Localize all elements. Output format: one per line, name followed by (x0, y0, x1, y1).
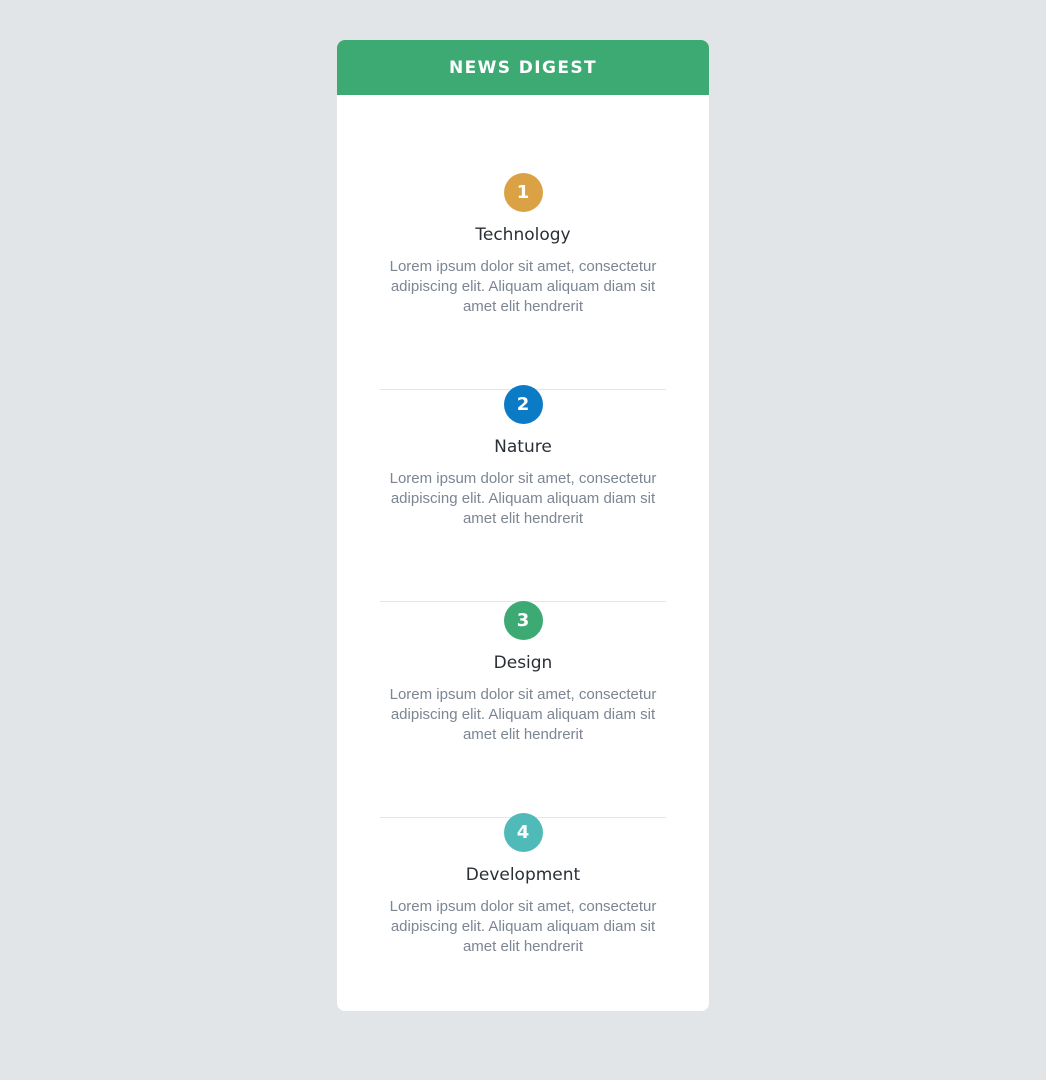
number-badge: 1 (503, 173, 543, 212)
card-title: NEWS DIGEST (449, 57, 597, 78)
number-badge: 2 (503, 385, 543, 424)
list-item-design[interactable]: 3 Design Lorem ipsum dolor sit amet, con… (380, 601, 666, 818)
badge-number: 4 (516, 822, 530, 843)
item-title: Nature (494, 437, 552, 457)
item-description: Lorem ipsum dolor sit amet, consectetur … (389, 470, 657, 527)
badge-number: 2 (516, 394, 530, 415)
item-description: Lorem ipsum dolor sit amet, consectetur … (389, 898, 657, 955)
badge-number: 1 (516, 182, 530, 203)
number-badge: 4 (503, 813, 543, 852)
list-item-technology[interactable]: 1 Technology Lorem ipsum dolor sit amet,… (380, 173, 666, 390)
item-description: Lorem ipsum dolor sit amet, consectetur … (389, 258, 657, 315)
item-description: Lorem ipsum dolor sit amet, consectetur … (389, 686, 657, 743)
news-digest-card: NEWS DIGEST 1 Technology Lorem ipsum dol… (337, 40, 709, 1011)
badge-number: 3 (516, 610, 530, 631)
number-badge: 3 (503, 601, 543, 640)
item-title: Development (465, 865, 581, 885)
list-item-nature[interactable]: 2 Nature Lorem ipsum dolor sit amet, con… (380, 385, 666, 602)
item-title: Technology (475, 225, 571, 245)
card-header: NEWS DIGEST (337, 40, 709, 95)
list-item-development[interactable]: 4 Development Lorem ipsum dolor sit amet… (380, 813, 666, 993)
item-title: Design (493, 653, 553, 673)
